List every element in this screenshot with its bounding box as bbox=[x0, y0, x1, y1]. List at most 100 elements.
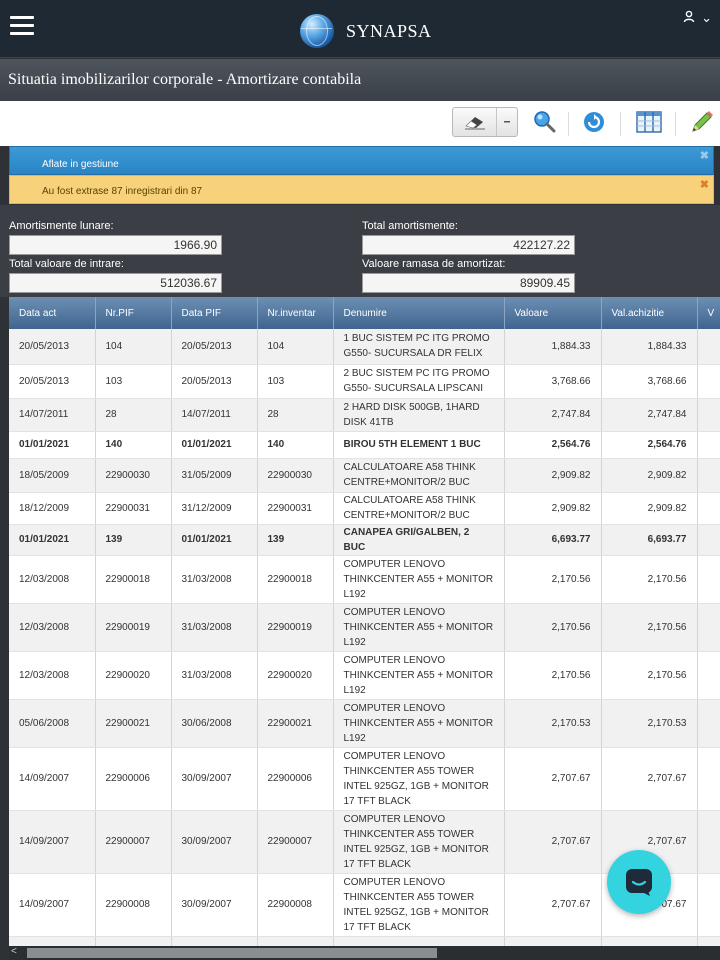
user-menu[interactable]: ⌄ bbox=[683, 10, 712, 26]
cell-val-achizitie: 1,884.33 bbox=[601, 329, 698, 365]
cell-v bbox=[697, 873, 720, 937]
table-row[interactable]: 01/01/2021 140 01/01/2021 140 BIROU 5TH ELEM… bbox=[9, 431, 720, 459]
scrollbar-thumb[interactable] bbox=[27, 948, 437, 958]
table-row[interactable]: 20/05/2013 104 20/05/2013 104 1 BUC SISTEM P… bbox=[9, 329, 720, 365]
table-row[interactable]: 12/03/2008 22900020 31/03/2008 22900020 COMP… bbox=[9, 651, 720, 700]
column-header-v[interactable]: V bbox=[697, 297, 720, 329]
toolbar bbox=[0, 101, 720, 146]
cell-nr-inventar: 22900030 bbox=[257, 458, 334, 493]
cell-valoare: 2,170.53 bbox=[504, 699, 602, 748]
title-bar: Situatia imobilizarilor corporale - Amor… bbox=[0, 59, 720, 101]
search-button[interactable] bbox=[530, 108, 558, 136]
cell-data-act: 20/05/2013 bbox=[9, 329, 96, 365]
cell-val-achizitie: 2,909.82 bbox=[601, 492, 698, 525]
clear-filter-button[interactable] bbox=[452, 107, 518, 137]
horizontal-scrollbar[interactable]: < bbox=[9, 946, 720, 960]
cell-data-act: 12/03/2008 bbox=[9, 603, 96, 652]
table-row[interactable]: 18/05/2009 22900030 31/05/2009 22900030 CALC… bbox=[9, 458, 720, 493]
valoare-ramasa-label: Valoare ramasa de amortizat: bbox=[362, 258, 506, 270]
cell-data-pif: 30/09/2007 bbox=[171, 747, 258, 811]
cell-v bbox=[697, 364, 720, 399]
cell-nr-inventar: 22900020 bbox=[257, 651, 334, 700]
close-icon[interactable]: ✖ bbox=[700, 149, 709, 162]
valoare-ramasa-field[interactable]: 89909.45 bbox=[362, 273, 575, 293]
eraser-icon[interactable] bbox=[453, 108, 497, 136]
edit-button[interactable] bbox=[688, 108, 716, 136]
cell-data-pif: 31/03/2008 bbox=[171, 555, 258, 604]
scroll-left-icon[interactable]: < bbox=[11, 946, 17, 957]
chat-icon bbox=[626, 869, 652, 896]
columns-button[interactable] bbox=[635, 108, 663, 136]
cell-data-pif: 20/05/2013 bbox=[171, 364, 258, 399]
cell-data-act: 20/05/2013 bbox=[9, 364, 96, 399]
column-header-data-pif[interactable]: Data PIF bbox=[171, 297, 258, 329]
cell-val-achizitie: 2,909.82 bbox=[601, 458, 698, 493]
toolbar-divider bbox=[675, 112, 676, 136]
total-amortismente-field[interactable]: 422127.22 bbox=[362, 235, 575, 255]
column-header-nr-pif[interactable]: Nr.PIF bbox=[95, 297, 172, 329]
cell-data-pif: 30/09/2007 bbox=[171, 810, 258, 874]
cell-denumire: COMPUTER LENOVO THINKCENTER A55 TOWER IN… bbox=[333, 810, 505, 874]
search-icon bbox=[534, 111, 556, 133]
table-header-row: Data act Nr.PIF Data PIF Nr.inventar Den… bbox=[9, 297, 720, 329]
chat-launcher-button[interactable] bbox=[607, 850, 671, 914]
cell-nr-inventar: 140 bbox=[257, 431, 334, 459]
amortismente-lunare-field[interactable]: 1966.90 bbox=[9, 235, 222, 255]
cell-v bbox=[697, 699, 720, 748]
column-header-data-act[interactable]: Data act bbox=[9, 297, 96, 329]
cell-denumire: 1 BUC SISTEM PC ITG PROMO G550- SUCURSAL… bbox=[333, 329, 505, 365]
cell-val-achizitie: 2,170.56 bbox=[601, 603, 698, 652]
cell-valoare: 3,768.66 bbox=[504, 364, 602, 399]
table-row[interactable]: 12/03/2008 22900018 31/03/2008 22900018 COMP… bbox=[9, 555, 720, 604]
brand[interactable]: SYNAPSA bbox=[300, 14, 432, 48]
toolbar-divider bbox=[620, 112, 621, 136]
close-icon[interactable]: ✖ bbox=[700, 178, 709, 191]
table-row[interactable]: 18/12/2009 22900031 31/12/2009 22900031 CALC… bbox=[9, 492, 720, 525]
menu-icon[interactable] bbox=[10, 16, 34, 36]
cell-valoare: 2,170.56 bbox=[504, 603, 602, 652]
column-header-val-achizitie[interactable]: Val.achizitie bbox=[601, 297, 698, 329]
total-valoare-intrare-field[interactable]: 512036.67 bbox=[9, 273, 222, 293]
refresh-button[interactable] bbox=[580, 108, 608, 136]
cell-valoare: 2,909.82 bbox=[504, 492, 602, 525]
warning-message: Au fost extrase 87 inregistrari din 87 ✖ bbox=[9, 175, 714, 204]
cell-nr-pif: 22900008 bbox=[95, 873, 172, 937]
columns-icon bbox=[636, 111, 662, 133]
cell-denumire: BIROU 5TH ELEMENT 1 BUC bbox=[333, 431, 505, 459]
cell-val-achizitie: 2,564.76 bbox=[601, 431, 698, 459]
column-header-nr-inventar[interactable]: Nr.inventar bbox=[257, 297, 334, 329]
cell-data-act: 18/05/2009 bbox=[9, 458, 96, 493]
cell-data-act: 12/03/2008 bbox=[9, 555, 96, 604]
cell-data-pif: 31/03/2008 bbox=[171, 603, 258, 652]
cell-data-act: 05/06/2008 bbox=[9, 699, 96, 748]
cell-v bbox=[697, 492, 720, 525]
globe-logo-icon bbox=[300, 14, 334, 48]
cell-val-achizitie: 2,170.53 bbox=[601, 699, 698, 748]
cell-denumire: CALCULATOARE A58 THINK CENTRE+MONITOR/2 … bbox=[333, 492, 505, 525]
cell-v bbox=[697, 329, 720, 365]
table-row[interactable]: 12/03/2008 22900019 31/03/2008 22900019 COMP… bbox=[9, 603, 720, 652]
brand-name: SYNAPSA bbox=[346, 20, 432, 41]
table-row[interactable]: 01/01/2021 139 01/01/2021 139 CANAPEA GRI/GA… bbox=[9, 524, 720, 556]
warning-message-text: Au fost extrase 87 inregistrari din 87 bbox=[42, 186, 203, 197]
column-header-valoare[interactable]: Valoare bbox=[504, 297, 602, 329]
cell-valoare: 2,707.67 bbox=[504, 810, 602, 874]
dropdown-icon[interactable] bbox=[497, 108, 517, 136]
cell-valoare: 2,170.56 bbox=[504, 555, 602, 604]
cell-denumire: COMPUTER LENOVO THINKCENTER A55 + MONITO… bbox=[333, 555, 505, 604]
table-row[interactable]: 14/07/2011 28 14/07/2011 28 2 HARD DISK 500G… bbox=[9, 398, 720, 432]
cell-v bbox=[697, 458, 720, 493]
table-row[interactable]: 05/06/2008 22900021 30/06/2008 22900021 COMP… bbox=[9, 699, 720, 748]
cell-nr-pif: 22900007 bbox=[95, 810, 172, 874]
amortismente-lunare-label: Amortismente lunare: bbox=[9, 220, 114, 232]
user-icon bbox=[683, 10, 695, 23]
cell-nr-inventar: 22900007 bbox=[257, 810, 334, 874]
cell-data-act: 14/09/2007 bbox=[9, 810, 96, 874]
cell-v bbox=[697, 810, 720, 874]
cell-v bbox=[697, 431, 720, 459]
column-header-denumire[interactable]: Denumire bbox=[333, 297, 505, 329]
table-row[interactable]: 20/05/2013 103 20/05/2013 103 2 BUC SISTEM P… bbox=[9, 364, 720, 399]
table-row[interactable]: 14/09/2007 22900006 30/09/2007 22900006 COMP… bbox=[9, 747, 720, 811]
cell-data-act: 14/09/2007 bbox=[9, 873, 96, 937]
cell-denumire: COMPUTER LENOVO THINKCENTER A55 TOWER IN… bbox=[333, 873, 505, 937]
